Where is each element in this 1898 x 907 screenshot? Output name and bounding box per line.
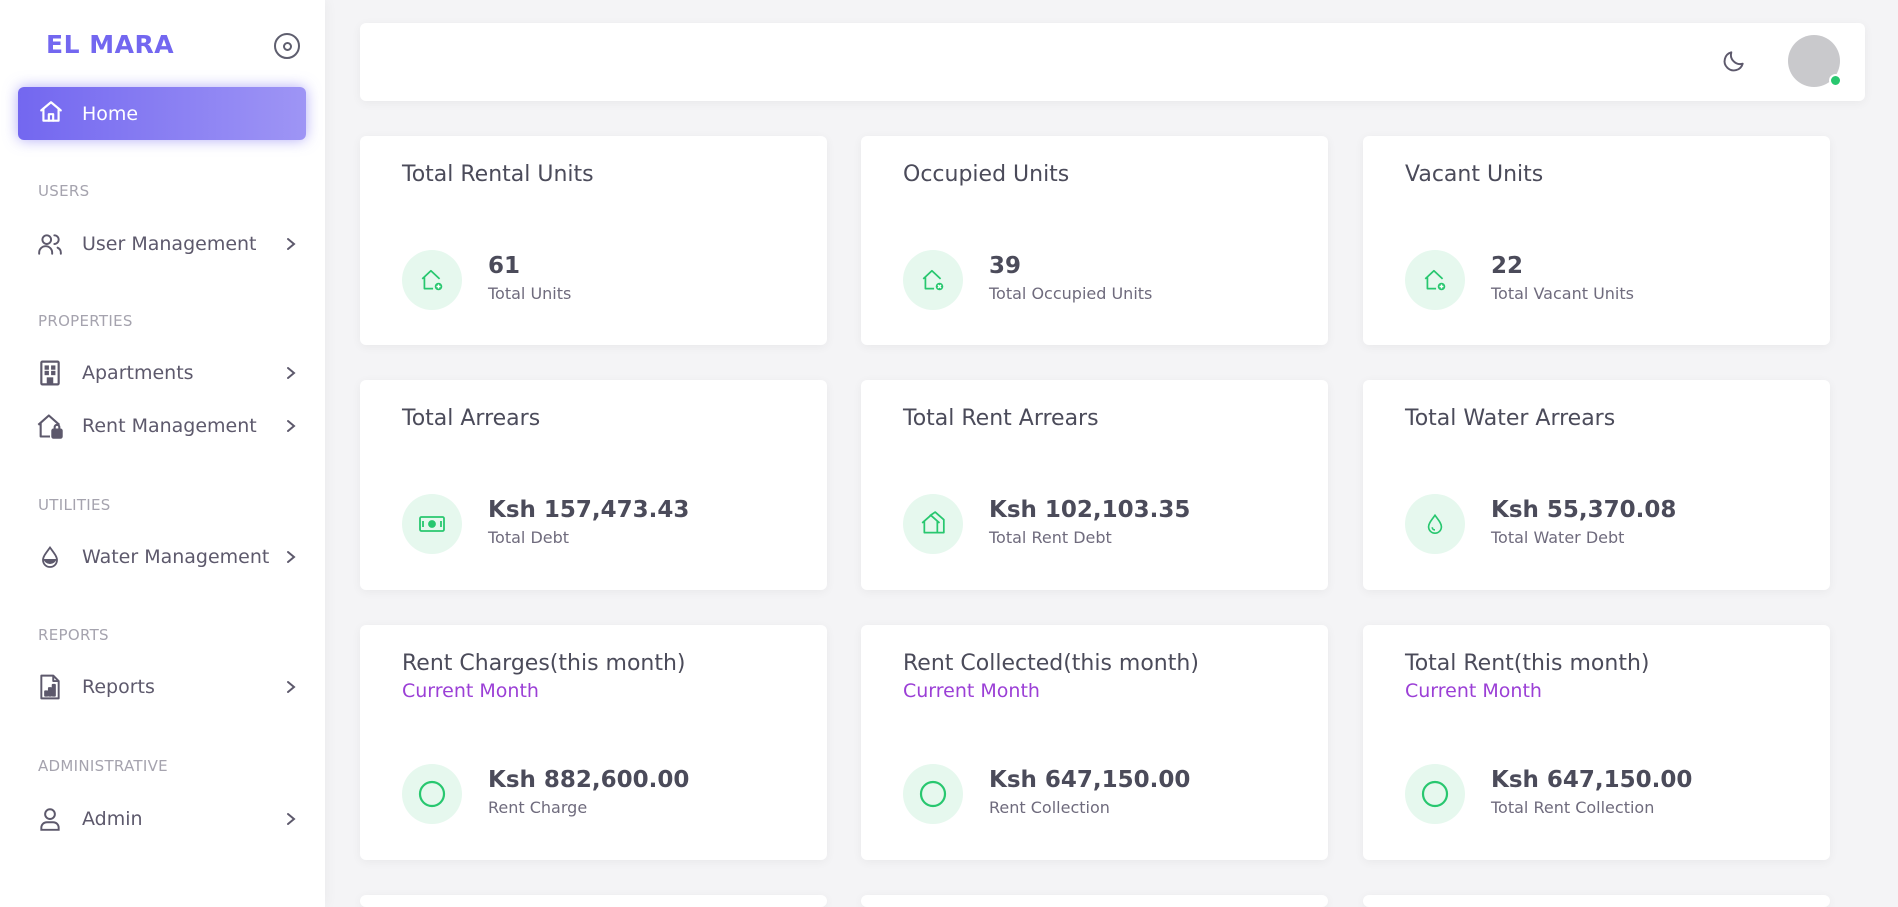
- chevron-right-icon: [284, 809, 298, 833]
- card-title: Rent Collected(this month): [903, 651, 1199, 676]
- card-title: Total Water Arrears: [1405, 406, 1616, 431]
- sidebar-item-label: Reports: [82, 676, 155, 698]
- card-title: Total Arrears: [402, 406, 541, 431]
- sidebar-item-home[interactable]: Home: [18, 87, 306, 140]
- water-drop-icon: [1405, 494, 1465, 554]
- card-subtitle: Current Month: [903, 680, 1040, 702]
- section-label-reports: REPORTS: [38, 626, 109, 644]
- stat-value: Ksh 102,103.35: [989, 497, 1191, 523]
- stat-card-partial: [861, 895, 1328, 907]
- stat-value: 39: [989, 253, 1022, 279]
- section-label-utilities: UTILITIES: [38, 496, 111, 514]
- house-plus-icon: [1405, 250, 1465, 310]
- sidebar-item-water-management[interactable]: Water Management: [18, 534, 306, 580]
- chevron-right-icon: [284, 416, 298, 440]
- card-title: Vacant Units: [1405, 162, 1544, 187]
- card-title: Total Rent Arrears: [903, 406, 1099, 431]
- section-label-administrative: ADMINISTRATIVE: [38, 757, 168, 775]
- house-icon: [903, 494, 963, 554]
- stat-caption: Total Occupied Units: [989, 284, 1153, 303]
- stat-card-occupied-units: Occupied Units 39 Total Occupied Units: [861, 136, 1328, 345]
- chevron-right-icon: [284, 234, 298, 258]
- stat-card-total-water-arrears: Total Water Arrears Ksh 55,370.08 Total …: [1363, 380, 1830, 590]
- card-title: Occupied Units: [903, 162, 1070, 187]
- section-label-properties: PROPERTIES: [38, 312, 133, 330]
- sidebar-item-apartments[interactable]: Apartments: [18, 350, 306, 396]
- chevron-right-icon: [284, 363, 298, 387]
- user-avatar[interactable]: [1788, 35, 1842, 87]
- stat-card-partial: [1363, 895, 1830, 907]
- brand-logo[interactable]: EL MARA: [46, 30, 174, 59]
- stat-value: Ksh 157,473.43: [488, 497, 690, 523]
- card-subtitle: Current Month: [402, 680, 539, 702]
- stat-card-rent-charges-month: Rent Charges(this month) Current Month K…: [360, 625, 827, 860]
- card-subtitle: Current Month: [1405, 680, 1542, 702]
- home-icon: [38, 99, 64, 129]
- stat-card-rent-collected-month: Rent Collected(this month) Current Month…: [861, 625, 1328, 860]
- user-icon: [36, 805, 64, 833]
- stat-card-total-rent-arrears: Total Rent Arrears Ksh 102,103.35 Total …: [861, 380, 1328, 590]
- stat-value: 61: [488, 253, 521, 279]
- stat-value: Ksh 55,370.08: [1491, 497, 1677, 523]
- stat-value: Ksh 882,600.00: [488, 767, 690, 793]
- sidebar-item-label: User Management: [82, 233, 257, 255]
- chevron-right-icon: [284, 677, 298, 701]
- section-label-users: USERS: [38, 182, 90, 200]
- stat-caption: Rent Charge: [488, 798, 588, 817]
- water-drop-icon: [36, 543, 64, 571]
- stat-caption: Total Units: [488, 284, 572, 303]
- moon-icon[interactable]: [1721, 48, 1747, 78]
- cash-icon: [402, 494, 462, 554]
- users-icon: [36, 230, 64, 258]
- stat-caption: Rent Collection: [989, 798, 1110, 817]
- online-status-dot: [1829, 74, 1842, 87]
- stat-caption: Total Debt: [488, 528, 570, 547]
- house-check-icon: [903, 250, 963, 310]
- stat-caption: Total Water Debt: [1491, 528, 1625, 547]
- circle-icon: [402, 764, 462, 824]
- sidebar-item-label: Admin: [82, 808, 143, 830]
- sidebar-item-rent-management[interactable]: Rent Management: [18, 403, 306, 449]
- building-icon: [36, 359, 64, 387]
- sidebar-item-label: Home: [82, 102, 139, 125]
- stat-card-total-arrears: Total Arrears Ksh 157,473.43 Total Debt: [360, 380, 827, 590]
- card-title: Rent Charges(this month): [402, 651, 686, 676]
- sidebar-item-user-management[interactable]: User Management: [18, 221, 306, 267]
- sidebar: EL MARA Home USERS User Management PROPE…: [0, 0, 325, 907]
- radio-circle-icon: [282, 41, 292, 51]
- sidebar-item-admin[interactable]: Admin: [18, 796, 306, 842]
- stat-value: 22: [1491, 253, 1524, 279]
- sidebar-toggle-button[interactable]: [274, 33, 300, 59]
- stat-value: Ksh 647,150.00: [989, 767, 1191, 793]
- stat-caption: Total Vacant Units: [1491, 284, 1634, 303]
- card-title: Total Rental Units: [402, 162, 594, 187]
- stat-card-partial: [360, 895, 827, 907]
- report-file-icon: [36, 673, 64, 701]
- circle-icon: [1405, 764, 1465, 824]
- sidebar-item-reports[interactable]: Reports: [18, 664, 306, 710]
- circle-icon: [903, 764, 963, 824]
- chevron-right-icon: [284, 547, 298, 571]
- house-plus-icon: [402, 250, 462, 310]
- stat-caption: Total Rent Collection: [1491, 798, 1655, 817]
- stat-value: Ksh 647,150.00: [1491, 767, 1693, 793]
- card-title: Total Rent(this month): [1405, 651, 1650, 676]
- stat-card-total-rent-month: Total Rent(this month) Current Month Ksh…: [1363, 625, 1830, 860]
- stat-caption: Total Rent Debt: [989, 528, 1112, 547]
- sidebar-item-label: Water Management: [82, 546, 270, 568]
- top-navbar: [360, 23, 1865, 101]
- stat-card-total-rental-units: Total Rental Units 61 Total Units: [360, 136, 827, 345]
- house-lock-icon: [36, 412, 64, 440]
- stat-card-vacant-units: Vacant Units 22 Total Vacant Units: [1363, 136, 1830, 345]
- sidebar-item-label: Apartments: [82, 362, 194, 384]
- sidebar-item-label: Rent Management: [82, 415, 257, 437]
